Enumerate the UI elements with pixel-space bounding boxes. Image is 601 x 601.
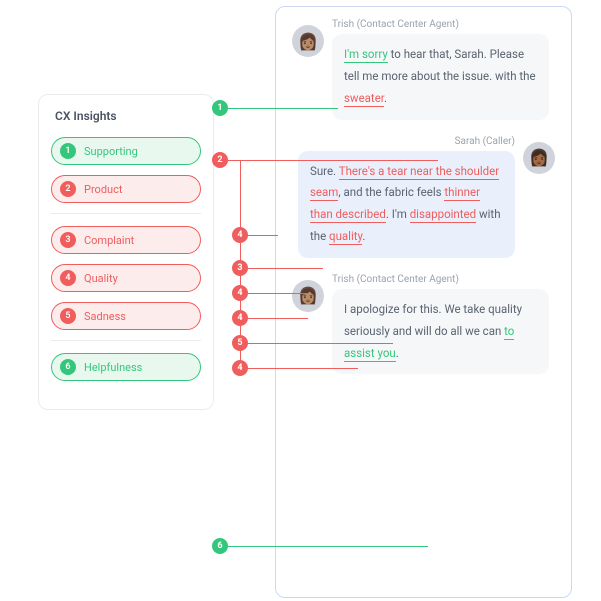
annotation-dot: 6 <box>212 538 228 554</box>
annotation-dot: 3 <box>232 260 248 276</box>
avatar: 👩🏽 <box>292 25 324 57</box>
insight-label: Complaint <box>84 234 134 247</box>
insight-quality[interactable]: 4 Quality <box>51 264 201 292</box>
badge-number: 4 <box>60 270 76 286</box>
connector-line <box>228 546 428 547</box>
highlight-sadness: disappointed <box>410 207 476 223</box>
badge-number: 6 <box>60 359 76 375</box>
insight-label: Quality <box>84 272 118 285</box>
highlight-quality: quality <box>329 229 362 245</box>
badge-number: 1 <box>60 143 76 159</box>
annotation-dot: 4 <box>232 310 248 326</box>
chat-panel: 👩🏽 Trish (Contact Center Agent) I'm sorr… <box>275 6 572 598</box>
message-agent-1: 👩🏽 Trish (Contact Center Agent) I'm sorr… <box>276 7 571 124</box>
chat-text: Sure. <box>310 164 339 178</box>
annotation-dot: 4 <box>232 285 248 301</box>
insight-label: Sadness <box>84 310 126 323</box>
annotation-dot: 1 <box>212 100 228 116</box>
annotation-dot: 2 <box>212 152 228 168</box>
insight-complaint[interactable]: 3 Complaint <box>51 226 201 254</box>
sender-name: Sarah (Caller) <box>292 136 515 147</box>
connector-line <box>228 108 338 109</box>
insight-helpfulness[interactable]: 6 Helpfulness <box>51 353 201 381</box>
chat-text: . <box>396 346 399 360</box>
sender-name: Trish (Contact Center Agent) <box>332 274 555 285</box>
connector-line <box>248 293 308 294</box>
insight-product[interactable]: 2 Product <box>51 175 201 203</box>
insight-label: Product <box>84 183 122 196</box>
chat-text: . <box>384 91 387 105</box>
insights-panel: CX Insights 1 Supporting 2 Product 3 Com… <box>38 94 214 410</box>
avatar: 👩🏾 <box>523 142 555 174</box>
annotation-dot: 4 <box>232 360 248 376</box>
chat-text: . I'm <box>386 207 410 221</box>
badge-number: 5 <box>60 308 76 324</box>
divider <box>51 340 201 341</box>
insight-supporting[interactable]: 1 Supporting <box>51 137 201 165</box>
connector-line <box>248 368 358 369</box>
message-caller-1: 👩🏾 Sarah (Caller) Sure. There's a tear n… <box>276 124 571 262</box>
panel-title: CX Insights <box>55 109 201 123</box>
chat-text: I apologize for this. We take quality se… <box>344 302 522 338</box>
chat-text: , and the fabric feels <box>338 185 444 199</box>
connector-line <box>248 235 278 236</box>
insight-sadness[interactable]: 5 Sadness <box>51 302 201 330</box>
connector-line <box>228 160 438 161</box>
insight-label: Helpfulness <box>84 361 142 374</box>
chat-bubble: I'm sorry to hear that, Sarah. Please te… <box>332 34 549 120</box>
chat-text: . <box>362 229 365 243</box>
chat-bubble: Sure. There's a tear near the shoulder s… <box>298 151 515 258</box>
divider <box>51 213 201 214</box>
annotation-dot: 5 <box>232 335 248 351</box>
message-agent-2: 👩🏽 Trish (Contact Center Agent) I apolog… <box>276 262 571 379</box>
highlight-supporting: I'm sorry <box>344 47 388 63</box>
insight-label: Supporting <box>84 145 138 158</box>
avatar: 👩🏽 <box>292 280 324 312</box>
highlight-product: sweater <box>344 91 384 107</box>
connector-line <box>248 268 323 269</box>
annotation-dot: 4 <box>232 227 248 243</box>
connector-line <box>248 318 308 319</box>
badge-number: 2 <box>60 181 76 197</box>
badge-number: 3 <box>60 232 76 248</box>
chat-bubble: I apologize for this. We take quality se… <box>332 289 549 375</box>
connector-line <box>248 343 393 344</box>
sender-name: Trish (Contact Center Agent) <box>332 19 555 30</box>
